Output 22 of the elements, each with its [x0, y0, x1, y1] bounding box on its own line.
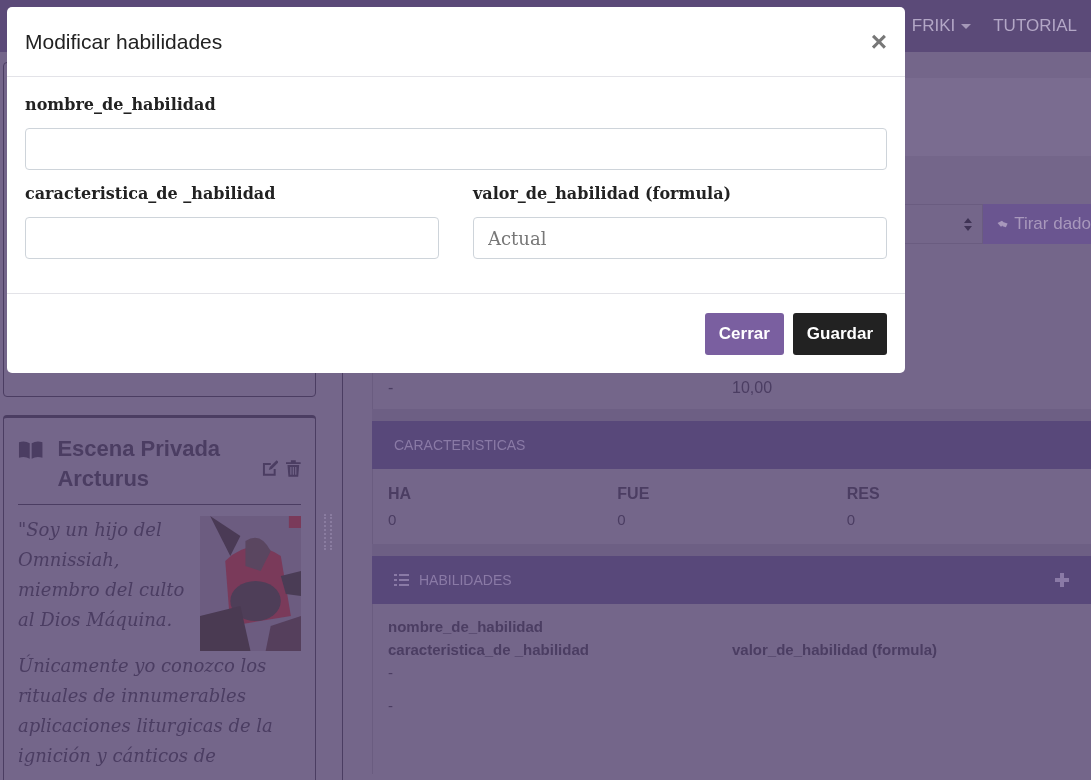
field-label: valor_de_habilidad (formula)	[473, 184, 733, 203]
edit-icon[interactable]	[260, 460, 279, 476]
roll-dice-button[interactable]: Tirar dado	[983, 204, 1091, 244]
dialog-button[interactable]: Guardar	[792, 312, 887, 355]
sort-icon	[964, 217, 972, 231]
plus-icon[interactable]	[1055, 573, 1069, 587]
modal-title: Modificar habilidades	[25, 29, 223, 54]
list-icon	[394, 574, 409, 586]
dialog-button[interactable]: Cerrar	[704, 312, 784, 355]
field-value: -	[388, 664, 394, 681]
field-label: caracteristica_de _habilidad	[25, 184, 277, 203]
input-field[interactable]	[25, 128, 887, 170]
close-button[interactable]: ×	[870, 27, 887, 56]
book-icon	[18, 440, 44, 460]
table-cell-text: -	[388, 379, 395, 397]
input-field[interactable]	[25, 217, 439, 259]
input-field[interactable]: Actual	[473, 217, 887, 259]
field-label: nombre_de_habilidad	[25, 95, 217, 114]
field-value: -	[388, 697, 394, 714]
trash-icon[interactable]	[286, 460, 301, 477]
nav-link[interactable]: FRIKI	[911, 16, 972, 36]
nav-link[interactable]: TUTORIAL	[993, 16, 1077, 36]
